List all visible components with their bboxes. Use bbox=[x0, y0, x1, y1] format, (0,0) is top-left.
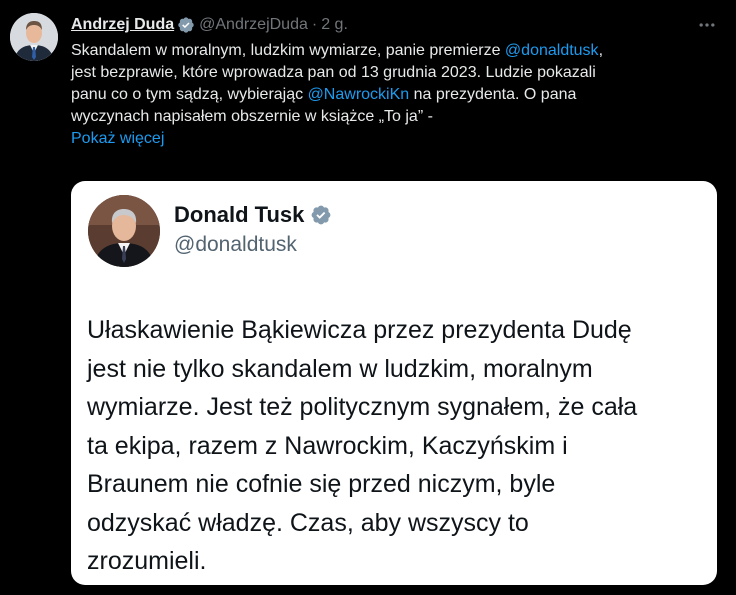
quoted-author-avatar bbox=[88, 195, 160, 267]
tweet-text-line: Skandalem w moralnym, ludzkim wymiarze, … bbox=[71, 40, 721, 62]
quoted-author-name-row: Donald Tusk bbox=[174, 202, 336, 228]
quoted-text-line: Braunem nie cofnie się przed niczym, byl… bbox=[87, 470, 556, 498]
author-avatar-image bbox=[10, 13, 58, 61]
tweet-text-line: panu co o tym sądzą, wybierając @Nawrock… bbox=[71, 84, 721, 106]
quoted-author-handle: @donaldtusk bbox=[174, 233, 297, 256]
tweet-text-line: jest bezprawie, które wprowadza pan od 1… bbox=[71, 62, 721, 84]
tweet-timestamp[interactable]: 2 g. bbox=[321, 16, 348, 34]
tweet-text-segment: Skandalem w moralnym, ludzkim wymiarze, … bbox=[71, 42, 505, 59]
mention-donaldtusk-link[interactable]: @donaldtusk bbox=[505, 42, 599, 59]
author-handle[interactable]: @AndrzejDuda bbox=[199, 16, 308, 34]
quoted-text-line: wymiarze. Jest też politycznym sygnałem,… bbox=[87, 393, 638, 421]
show-more-line: Pokaż więcej bbox=[71, 128, 721, 150]
tweet-text-segment: wyczynach napisałem obszernie w książce … bbox=[71, 108, 433, 125]
author-name[interactable]: Andrzej Duda bbox=[71, 16, 174, 34]
quoted-author-avatar-image bbox=[88, 195, 160, 267]
quoted-author-name: Donald Tusk bbox=[174, 202, 305, 227]
quoted-text-line: odzyskać władzę. Czas, aby wszyscy to bbox=[87, 508, 529, 537]
header-separator: · bbox=[311, 16, 318, 33]
quoted-text-line: Ułaskawienie Bąkiewicza przez prezydenta… bbox=[87, 316, 632, 344]
tweet-text: Skandalem w moralnym, ludzkim wymiarze, … bbox=[71, 40, 721, 150]
tweet-text-segment: panu co o tym sądzą, wybierając bbox=[71, 86, 308, 103]
mention-nawrockikn-link[interactable]: @NawrockiKn bbox=[308, 86, 410, 103]
quoted-text-line: ta ekipa, razem z Nawrockim, Kaczyńskim … bbox=[87, 431, 568, 460]
show-more-link[interactable]: Pokaż więcej bbox=[71, 130, 164, 147]
verified-badge-icon[interactable] bbox=[177, 16, 195, 34]
verified-badge-icon bbox=[311, 205, 331, 225]
tweet-text-segment: , bbox=[598, 42, 604, 59]
more-options-button[interactable] bbox=[694, 14, 720, 36]
quoted-tweet-text: Ułaskawienie Bąkiewicza przez prezydenta… bbox=[87, 311, 707, 581]
author-avatar[interactable] bbox=[10, 13, 58, 61]
quoted-text-line: zrozumieli. bbox=[87, 547, 207, 575]
quoted-text-line: jest nie tylko skandalem w ludzkim, mora… bbox=[87, 354, 593, 383]
tweet-text-segment: na prezydenta. O pana bbox=[409, 86, 577, 103]
more-horizontal-icon bbox=[699, 23, 715, 27]
tweet-header: Andrzej Duda @AndrzejDuda · 2 g. bbox=[71, 14, 348, 36]
tweet-text-line: wyczynach napisałem obszernie w książce … bbox=[71, 106, 721, 128]
quoted-tweet-image[interactable]: Donald Tusk @donaldtusk Ułaskawienie Bąk… bbox=[71, 181, 717, 585]
tweet-text-segment: jest bezprawie, które wprowadza pan od 1… bbox=[71, 64, 596, 81]
